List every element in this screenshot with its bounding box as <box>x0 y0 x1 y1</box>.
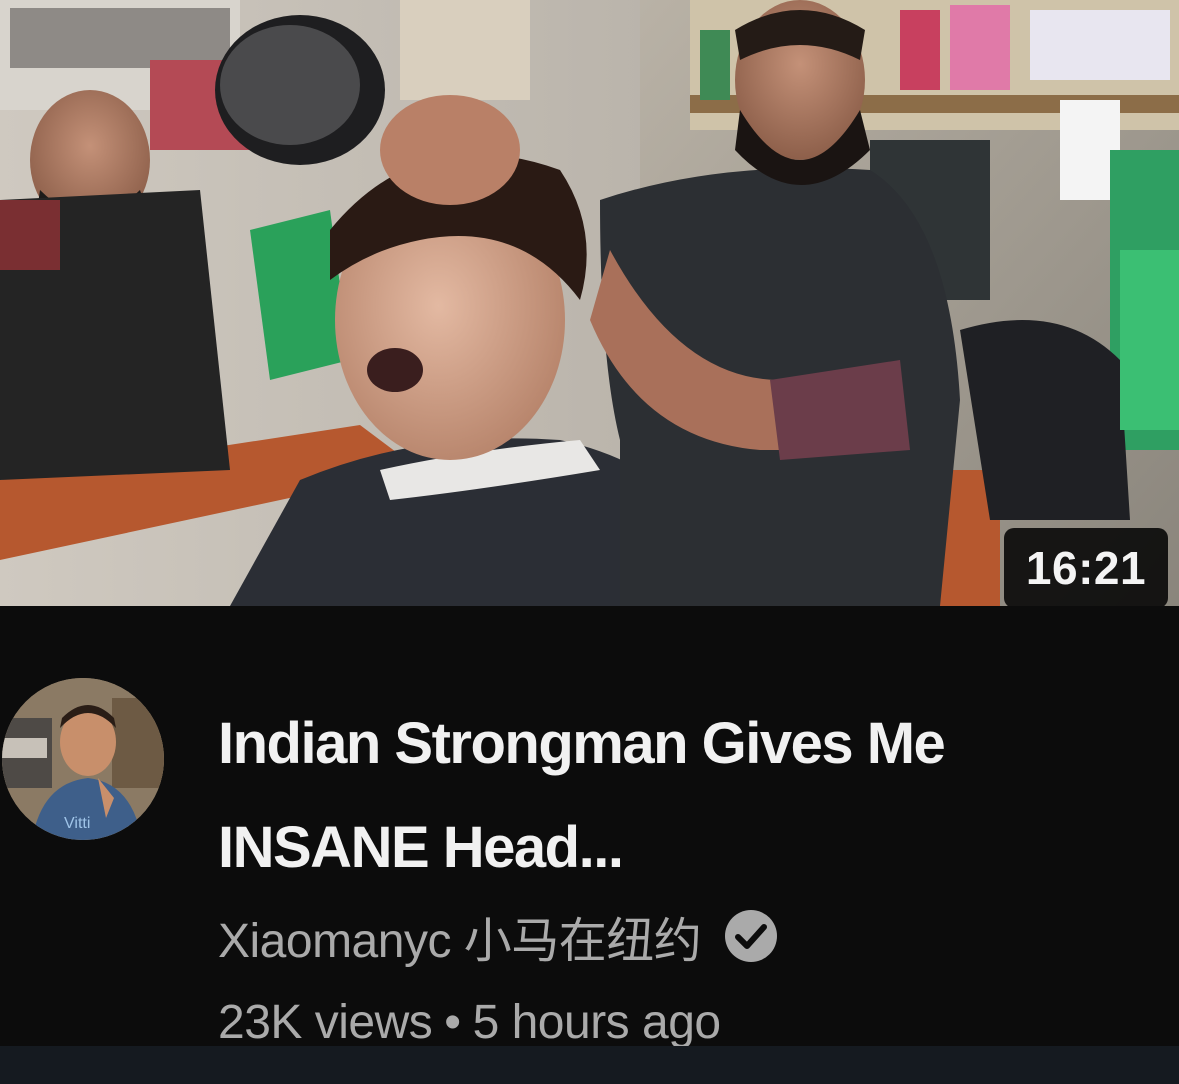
svg-text:Vitti: Vitti <box>64 815 90 832</box>
published-time: 5 hours ago <box>472 995 722 1049</box>
duration-badge: 16:21 <box>1004 528 1168 606</box>
video-thumbnail[interactable]: 16:21 <box>0 0 1179 606</box>
bottom-divider <box>0 1046 1179 1084</box>
channel-name[interactable]: Xiaomanyc 小马在纽约 <box>218 901 702 971</box>
avatar-image: Vitti <box>2 678 164 840</box>
view-count: 23K views <box>218 995 433 1049</box>
video-metadata: Vitti Indian Strongman Gives Me INSANE H… <box>0 606 1179 1049</box>
channel-avatar[interactable]: Vitti <box>2 678 164 840</box>
stats-separator: • <box>444 995 461 1049</box>
channel-name-row[interactable]: Xiaomanyc 小马在纽约 <box>218 904 779 968</box>
video-title[interactable]: Indian Strongman Gives Me INSANE Head... <box>218 692 1078 900</box>
video-stats: 23K views • 5 hours ago <box>218 990 721 1054</box>
check-circle-icon <box>725 910 778 962</box>
video-card[interactable]: 16:21 Vitti Indian Strongman Gives Me IN… <box>0 0 1179 1084</box>
thumbnail-image <box>0 0 1179 606</box>
